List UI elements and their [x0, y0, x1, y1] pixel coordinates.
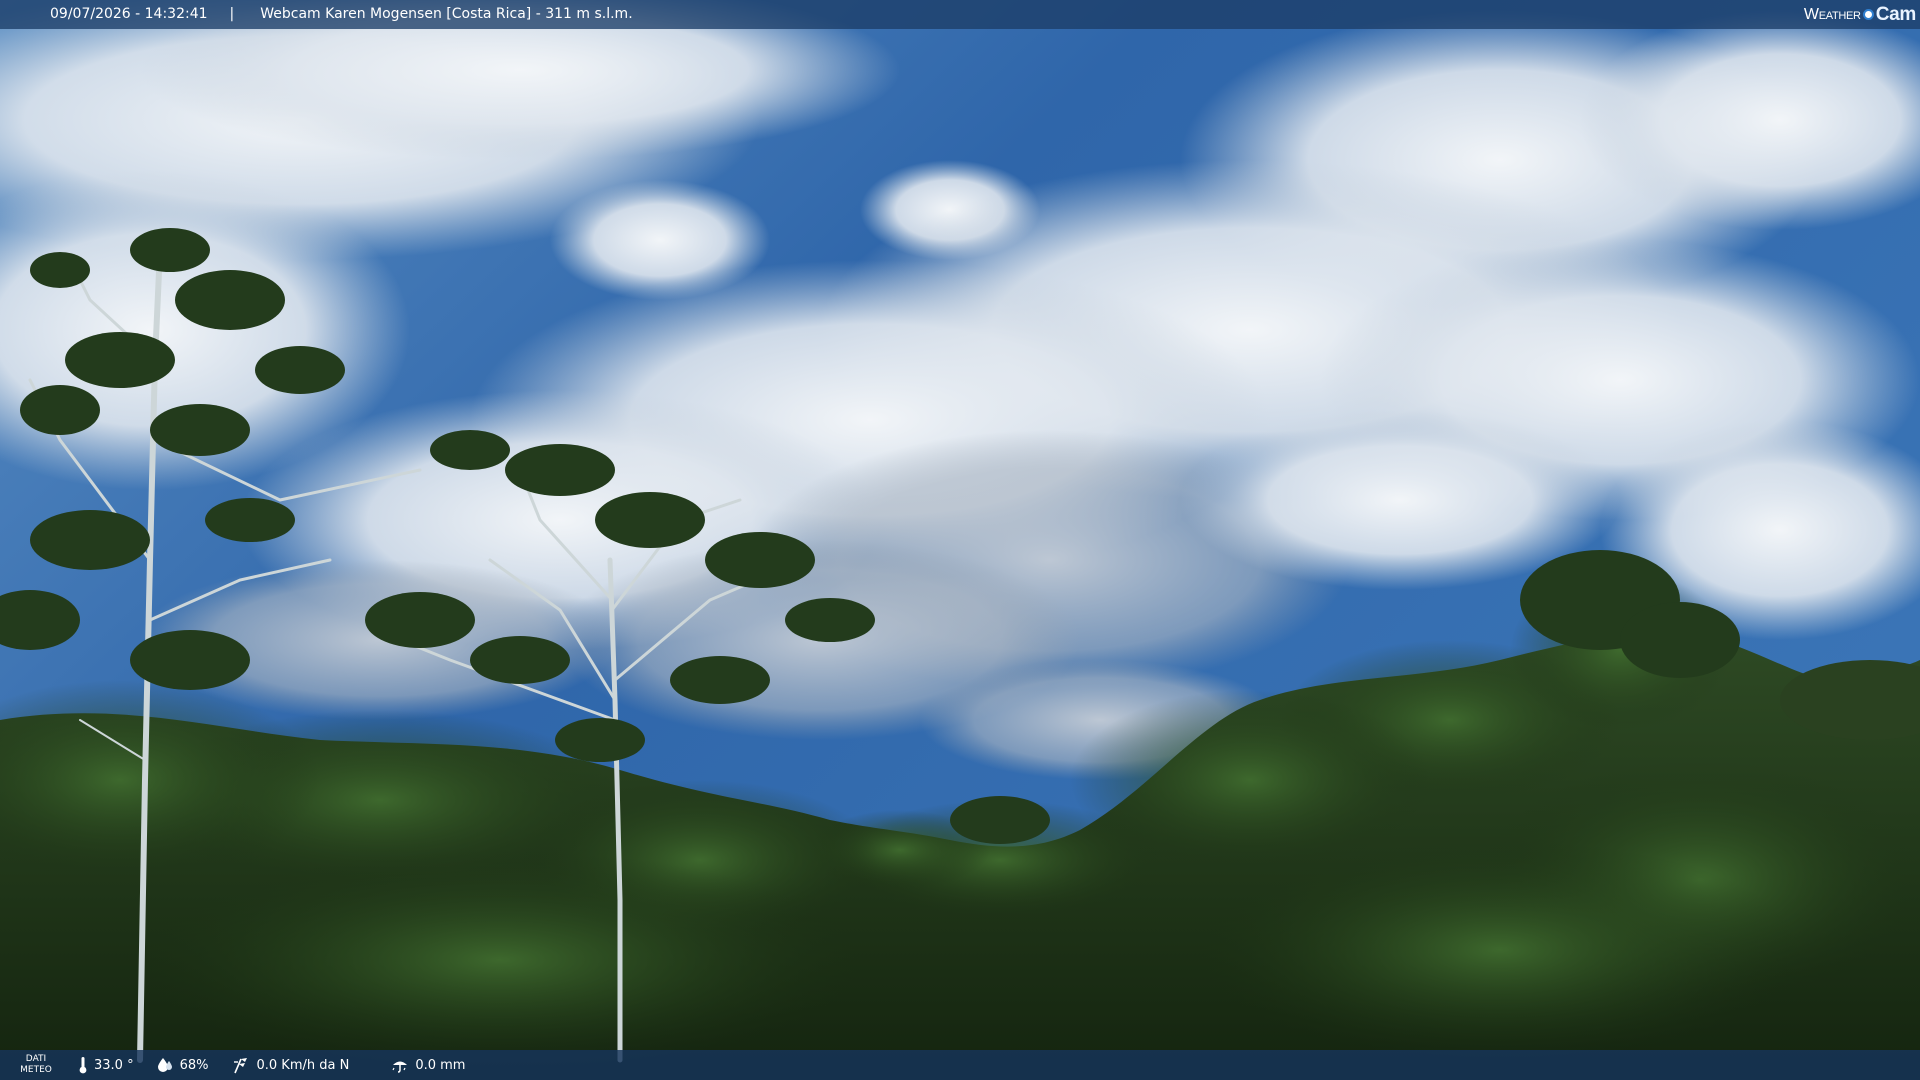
thermometer-icon [78, 1056, 88, 1074]
title-separator: | [229, 6, 235, 22]
weathercam-logo[interactable]: Weather Cam [1804, 2, 1916, 27]
webcam-image [0, 0, 1920, 1080]
webcam-frame: 09/07/2026 - 14:32:41 | Webcam Karen Mog… [0, 0, 1920, 1080]
capture-datetime: 09/07/2026 - 14:32:41 [50, 6, 208, 22]
logo-text-cam: Cam [1875, 3, 1917, 25]
rain-reading: 0.0 mm [391, 1057, 465, 1073]
logo-text-weather: Weather [1803, 5, 1861, 23]
humidity-value: 68% [179, 1057, 209, 1073]
top-info-bar: 09/07/2026 - 14:32:41 | Webcam Karen Mog… [0, 0, 1920, 29]
droplet-icon [156, 1057, 174, 1073]
humidity-reading: 68% [156, 1057, 209, 1073]
temperature-reading: 33.0 ° [78, 1056, 134, 1074]
rain-value: 0.0 mm [415, 1057, 466, 1073]
wind-icon [232, 1056, 250, 1074]
camera-title: Webcam Karen Mogensen [Costa Rica] - 311… [260, 6, 633, 22]
logo-dot-icon [1862, 9, 1874, 20]
wind-reading: 0.0 Km/h da N [232, 1056, 349, 1074]
rain-icon [391, 1057, 409, 1073]
wind-value: 0.0 Km/h da N [256, 1057, 350, 1073]
dati-meteo-label: DATI METEO [20, 1054, 52, 1075]
weather-data-bar: DATI METEO 33.0 ° 68% 0.0 Km/h da N 0.0 … [0, 1050, 1920, 1080]
temperature-value: 33.0 ° [94, 1057, 134, 1073]
